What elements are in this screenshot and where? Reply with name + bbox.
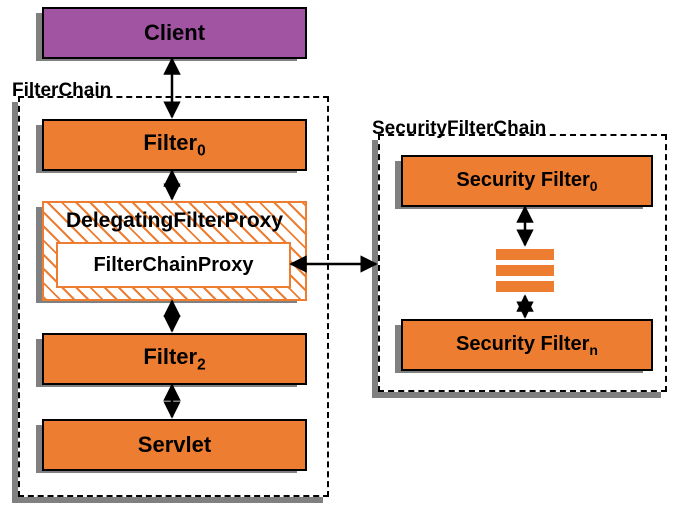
- security-filtern-box: Security Filtern: [401, 319, 653, 371]
- stack-icon: [496, 249, 554, 292]
- security-filter0-label: Security Filter0: [456, 169, 597, 194]
- filter2-label: Filter2: [143, 344, 205, 374]
- client-label: Client: [144, 20, 205, 46]
- filter2-box: Filter2: [42, 333, 307, 385]
- servlet-box: Servlet: [42, 419, 307, 471]
- servlet-label: Servlet: [138, 432, 211, 458]
- securityfilterchain-title: SecurityFilterChain: [372, 118, 546, 140]
- filterchain-title: FilterChain: [12, 80, 111, 102]
- security-filter0-box: Security Filter0: [401, 155, 653, 207]
- filter0-label: Filter0: [143, 130, 205, 160]
- filterchain-proxy-label: FilterChainProxy: [93, 254, 253, 277]
- filterchain-proxy-box: FilterChainProxy: [56, 242, 291, 288]
- security-filtern-label: Security Filtern: [456, 333, 598, 358]
- delegating-filter-proxy-label: DelegatingFilterProxy: [66, 209, 283, 233]
- client-box: Client: [42, 7, 307, 59]
- filter0-box: Filter0: [42, 119, 307, 171]
